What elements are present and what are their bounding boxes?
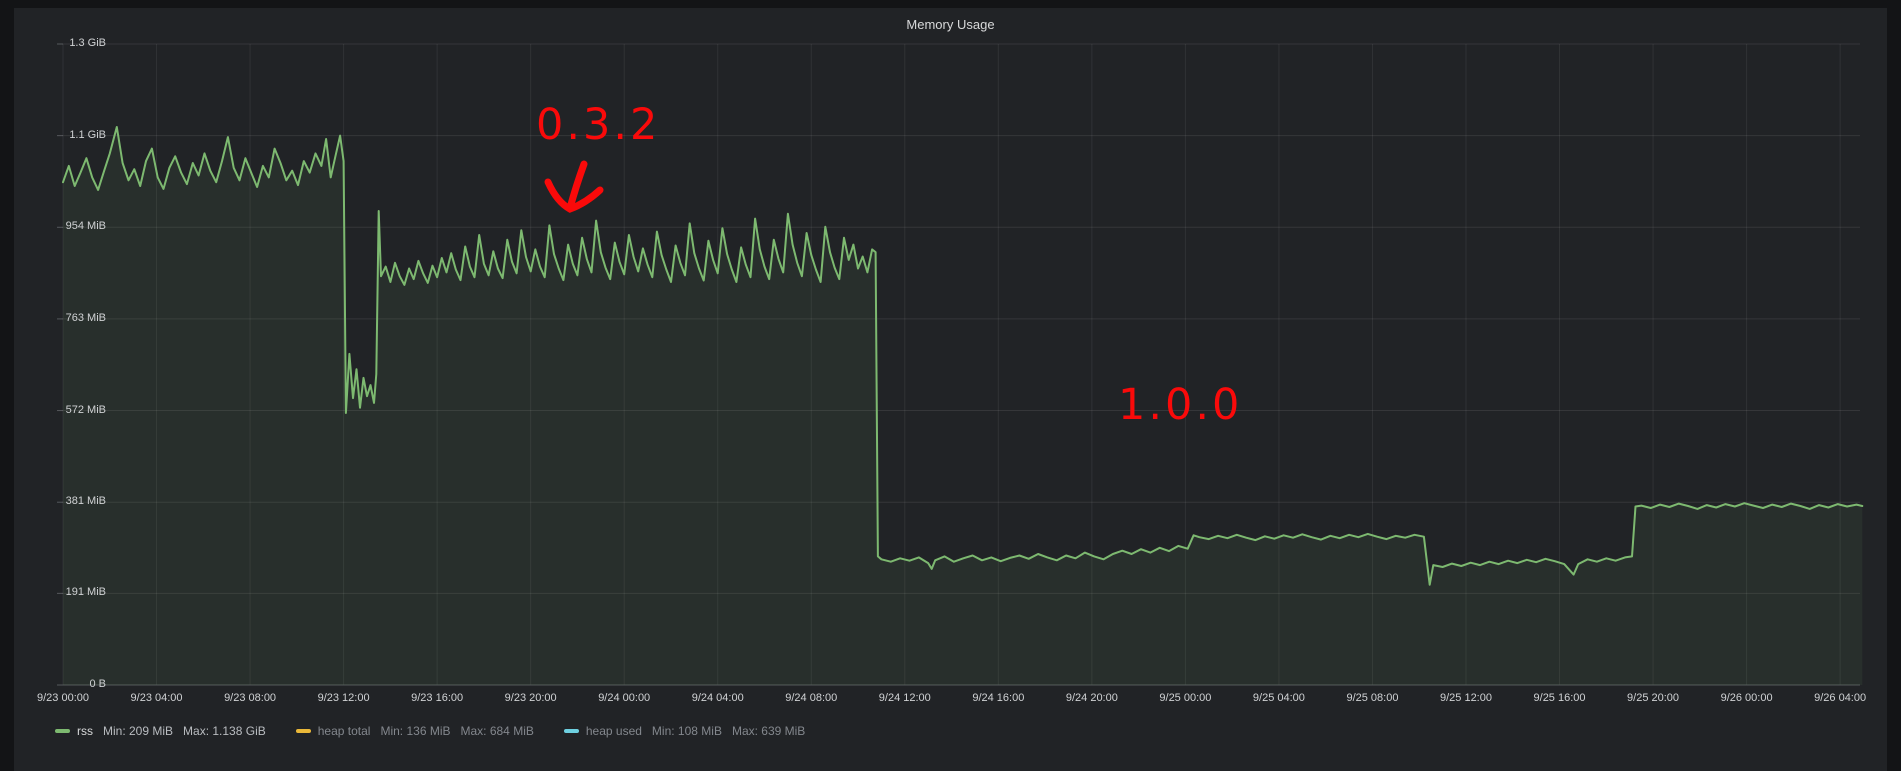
series-color-swatch-heap-total — [296, 729, 311, 733]
x-axis-label: 9/23 04:00 — [112, 692, 202, 704]
y-axis-label: 954 MiB — [24, 220, 114, 232]
x-axis-label: 9/24 00:00 — [579, 692, 669, 704]
annotation-version-1-0-0: 1.0.0 — [1118, 380, 1242, 430]
series-max: Max: 1.138 GiB — [183, 724, 266, 738]
x-axis-label: 9/26 00:00 — [1702, 692, 1792, 704]
x-axis-label: 9/25 04:00 — [1234, 692, 1324, 704]
x-axis-label: 9/25 12:00 — [1421, 692, 1511, 704]
x-axis-label: 9/25 20:00 — [1608, 692, 1698, 704]
plot-area: 0 B191 MiB381 MiB572 MiB763 MiB954 MiB1.… — [63, 44, 1860, 685]
x-axis-label: 9/23 12:00 — [299, 692, 389, 704]
series-min: Min: 136 MiB — [380, 724, 450, 738]
y-axis-label: 1.3 GiB — [24, 37, 114, 49]
x-axis-label: 9/23 20:00 — [486, 692, 576, 704]
x-axis-label: 9/23 16:00 — [392, 692, 482, 704]
series-color-swatch-heap-used — [564, 729, 579, 733]
y-axis-label: 0 B — [24, 678, 114, 690]
series-name: heap total — [318, 724, 371, 738]
x-axis-label: 9/24 20:00 — [1047, 692, 1137, 704]
legend-item-heap-used[interactable]: heap used Min: 108 MiB Max: 639 MiB — [564, 724, 815, 738]
x-axis-label: 9/24 12:00 — [860, 692, 950, 704]
series-min: Min: 209 MiB — [103, 724, 173, 738]
series-name: rss — [77, 724, 93, 738]
annotation-text: 1.0.0 — [1118, 380, 1242, 430]
legend: rss Min: 209 MiB Max: 1.138 GiB heap tot… — [55, 720, 835, 742]
x-axis-label: 9/25 16:00 — [1515, 692, 1605, 704]
series-color-swatch-rss — [55, 729, 70, 733]
y-axis-label: 191 MiB — [24, 586, 114, 598]
series-area-rss — [63, 127, 1862, 685]
legend-item-rss[interactable]: rss Min: 209 MiB Max: 1.138 GiB — [55, 724, 276, 738]
y-axis-label: 572 MiB — [24, 404, 114, 416]
time-series-plot[interactable] — [63, 44, 1860, 685]
x-axis-label: 9/24 08:00 — [766, 692, 856, 704]
series-name: heap used — [586, 724, 642, 738]
x-axis-label: 9/23 08:00 — [205, 692, 295, 704]
annotation-version-0-3-2: 0.3.2 — [536, 100, 660, 150]
legend-item-heap-total[interactable]: heap total Min: 136 MiB Max: 684 MiB — [296, 724, 544, 738]
x-axis-label: 9/24 04:00 — [673, 692, 763, 704]
x-axis-label: 9/25 00:00 — [1140, 692, 1230, 704]
y-axis-label: 763 MiB — [24, 312, 114, 324]
annotation-arrow-down-icon — [536, 154, 616, 224]
annotation-text: 0.3.2 — [536, 100, 660, 150]
x-axis-label: 9/23 00:00 — [18, 692, 108, 704]
series-max: Max: 639 MiB — [732, 724, 805, 738]
x-axis-label: 9/24 16:00 — [953, 692, 1043, 704]
y-axis-label: 381 MiB — [24, 495, 114, 507]
y-axis-label: 1.1 GiB — [24, 129, 114, 141]
x-axis-label: 9/26 04:00 — [1795, 692, 1885, 704]
panel-title[interactable]: Memory Usage — [14, 12, 1887, 38]
series-max: Max: 684 MiB — [461, 724, 534, 738]
series-min: Min: 108 MiB — [652, 724, 722, 738]
x-axis-label: 9/25 08:00 — [1327, 692, 1417, 704]
memory-usage-panel: Memory Usage 0 B191 MiB381 MiB572 MiB763… — [14, 8, 1887, 771]
